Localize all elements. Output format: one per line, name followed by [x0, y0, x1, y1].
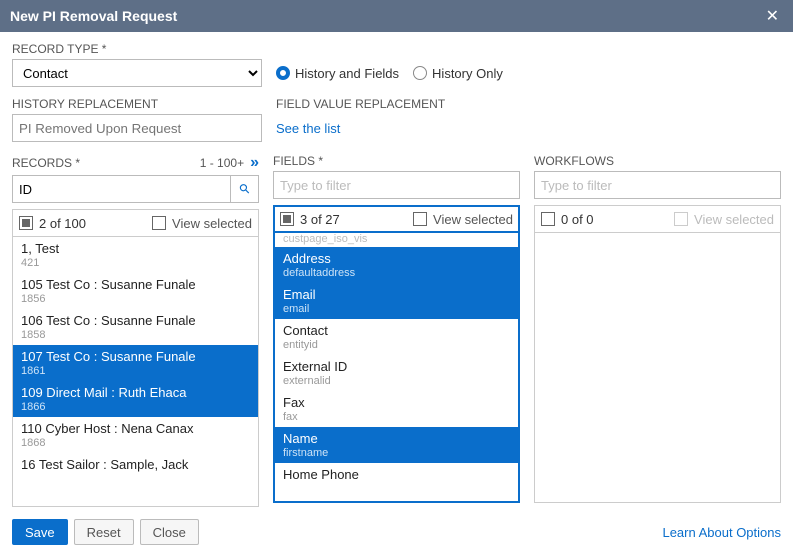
close-icon[interactable]: ✕ [762, 6, 783, 26]
history-replacement-label: HISTORY REPLACEMENT [12, 97, 262, 111]
search-icon[interactable]: ⚲ [231, 175, 259, 203]
workflows-label: WORKFLOWS [534, 154, 614, 168]
fields-select-all-checkbox[interactable] [280, 212, 294, 226]
close-button[interactable]: Close [140, 519, 199, 545]
list-item[interactable]: Faxfax [275, 391, 518, 427]
records-filter-input[interactable] [12, 175, 231, 203]
list-item-title: External ID [283, 359, 510, 374]
fields-view-selected-label: View selected [433, 212, 513, 227]
list-item[interactable]: External IDexternalid [275, 355, 518, 391]
list-item-subtitle: email [283, 303, 510, 315]
list-item[interactable]: 105 Test Co : Susanne Funale1856 [13, 273, 258, 309]
list-item-title: 1, Test [21, 241, 250, 256]
list-item-subtitle: defaultaddress [283, 267, 510, 279]
list-item-subtitle: externalid [283, 375, 510, 387]
list-item[interactable]: Emailemail [275, 283, 518, 319]
fields-view-selected-checkbox[interactable] [413, 212, 427, 226]
learn-about-options-link[interactable]: Learn About Options [662, 525, 781, 540]
fields-count: 3 of 27 [300, 212, 340, 227]
records-select-all-checkbox[interactable] [19, 216, 33, 230]
record-type-label: RECORD TYPE * [12, 42, 262, 56]
fields-filter-input[interactable] [273, 171, 520, 199]
list-item-title: 107 Test Co : Susanne Funale [21, 349, 250, 364]
list-item-subtitle: firstname [283, 447, 510, 459]
records-load-more-icon[interactable]: » [250, 154, 259, 172]
list-item-title: Contact [283, 323, 510, 338]
list-item-title: Email [283, 287, 510, 302]
workflows-pane: WORKFLOWS 0 of 0 View selected [534, 154, 781, 507]
list-item[interactable]: 106 Test Co : Susanne Funale1858 [13, 309, 258, 345]
list-item-title: Address [283, 251, 510, 266]
list-item[interactable]: Home Phone [275, 463, 518, 486]
workflows-select-all-checkbox[interactable] [541, 212, 555, 226]
list-item-title: Name [283, 431, 510, 446]
list-item-subtitle: 1861 [21, 365, 250, 377]
list-item-subtitle: entityid [283, 339, 510, 351]
records-label: RECORDS * [12, 156, 80, 170]
list-item[interactable]: 110 Cyber Host : Nena Canax1868 [13, 417, 258, 453]
list-item-subtitle: custpage_iso_vis [283, 233, 510, 245]
list-item-title: Fax [283, 395, 510, 410]
radio-dot-icon [413, 66, 427, 80]
list-item-subtitle: 1868 [21, 437, 250, 449]
list-item[interactable]: Contactentityid [275, 319, 518, 355]
see-the-list-link[interactable]: See the list [276, 114, 445, 142]
list-item[interactable]: Namefirstname [275, 427, 518, 463]
fvr-label: FIELD VALUE REPLACEMENT [276, 97, 445, 111]
list-item-subtitle: 1866 [21, 401, 250, 413]
radio-history-and-fields-label: History and Fields [295, 66, 399, 81]
records-view-selected-label: View selected [172, 216, 252, 231]
radio-dot-icon [276, 66, 290, 80]
list-item-subtitle: 1856 [21, 293, 250, 305]
list-item[interactable]: custpage_iso_vis [275, 233, 518, 247]
records-list[interactable]: 1, Test421105 Test Co : Susanne Funale18… [13, 237, 258, 506]
workflows-view-selected-label: View selected [694, 212, 774, 227]
list-item-title: Home Phone [283, 467, 510, 482]
records-view-selected-checkbox[interactable] [152, 216, 166, 230]
save-button[interactable]: Save [12, 519, 68, 545]
history-scope-radio-group: History and Fields History Only [276, 59, 503, 87]
fields-list[interactable]: custpage_iso_visAddressdefaultaddressEma… [275, 233, 518, 501]
list-item[interactable]: Addressdefaultaddress [275, 247, 518, 283]
workflows-list[interactable] [535, 233, 780, 502]
record-type-select[interactable]: Contact [12, 59, 262, 87]
list-item[interactable]: 16 Test Sailor : Sample, Jack [13, 453, 258, 476]
reset-button[interactable]: Reset [74, 519, 134, 545]
radio-history-only-label: History Only [432, 66, 503, 81]
list-item[interactable]: 107 Test Co : Susanne Funale1861 [13, 345, 258, 381]
list-item-subtitle: 421 [21, 257, 250, 269]
records-range: 1 - 100+ [200, 156, 244, 170]
list-item-subtitle: 1858 [21, 329, 250, 341]
records-pane: RECORDS * 1 - 100+ » ⚲ 2 of 100 View sel… [12, 154, 259, 507]
records-count: 2 of 100 [39, 216, 86, 231]
radio-history-and-fields[interactable]: History and Fields [276, 66, 399, 81]
list-item-title: 105 Test Co : Susanne Funale [21, 277, 250, 292]
title-bar: New PI Removal Request ✕ [0, 0, 793, 32]
list-item-title: 16 Test Sailor : Sample, Jack [21, 457, 250, 472]
dialog-title: New PI Removal Request [10, 8, 177, 24]
workflows-filter-input[interactable] [534, 171, 781, 199]
radio-history-only[interactable]: History Only [413, 66, 503, 81]
list-item-title: 106 Test Co : Susanne Funale [21, 313, 250, 328]
list-item-title: 110 Cyber Host : Nena Canax [21, 421, 250, 436]
workflows-view-selected-checkbox [674, 212, 688, 226]
list-item-title: 109 Direct Mail : Ruth Ehaca [21, 385, 250, 400]
list-item-subtitle: fax [283, 411, 510, 423]
fields-pane: FIELDS * 3 of 27 View selected custpage_… [273, 154, 520, 507]
list-item[interactable]: 109 Direct Mail : Ruth Ehaca1866 [13, 381, 258, 417]
fields-label: FIELDS * [273, 154, 323, 168]
workflows-count: 0 of 0 [561, 212, 594, 227]
history-replacement-input[interactable] [12, 114, 262, 142]
list-item[interactable]: 1, Test421 [13, 237, 258, 273]
